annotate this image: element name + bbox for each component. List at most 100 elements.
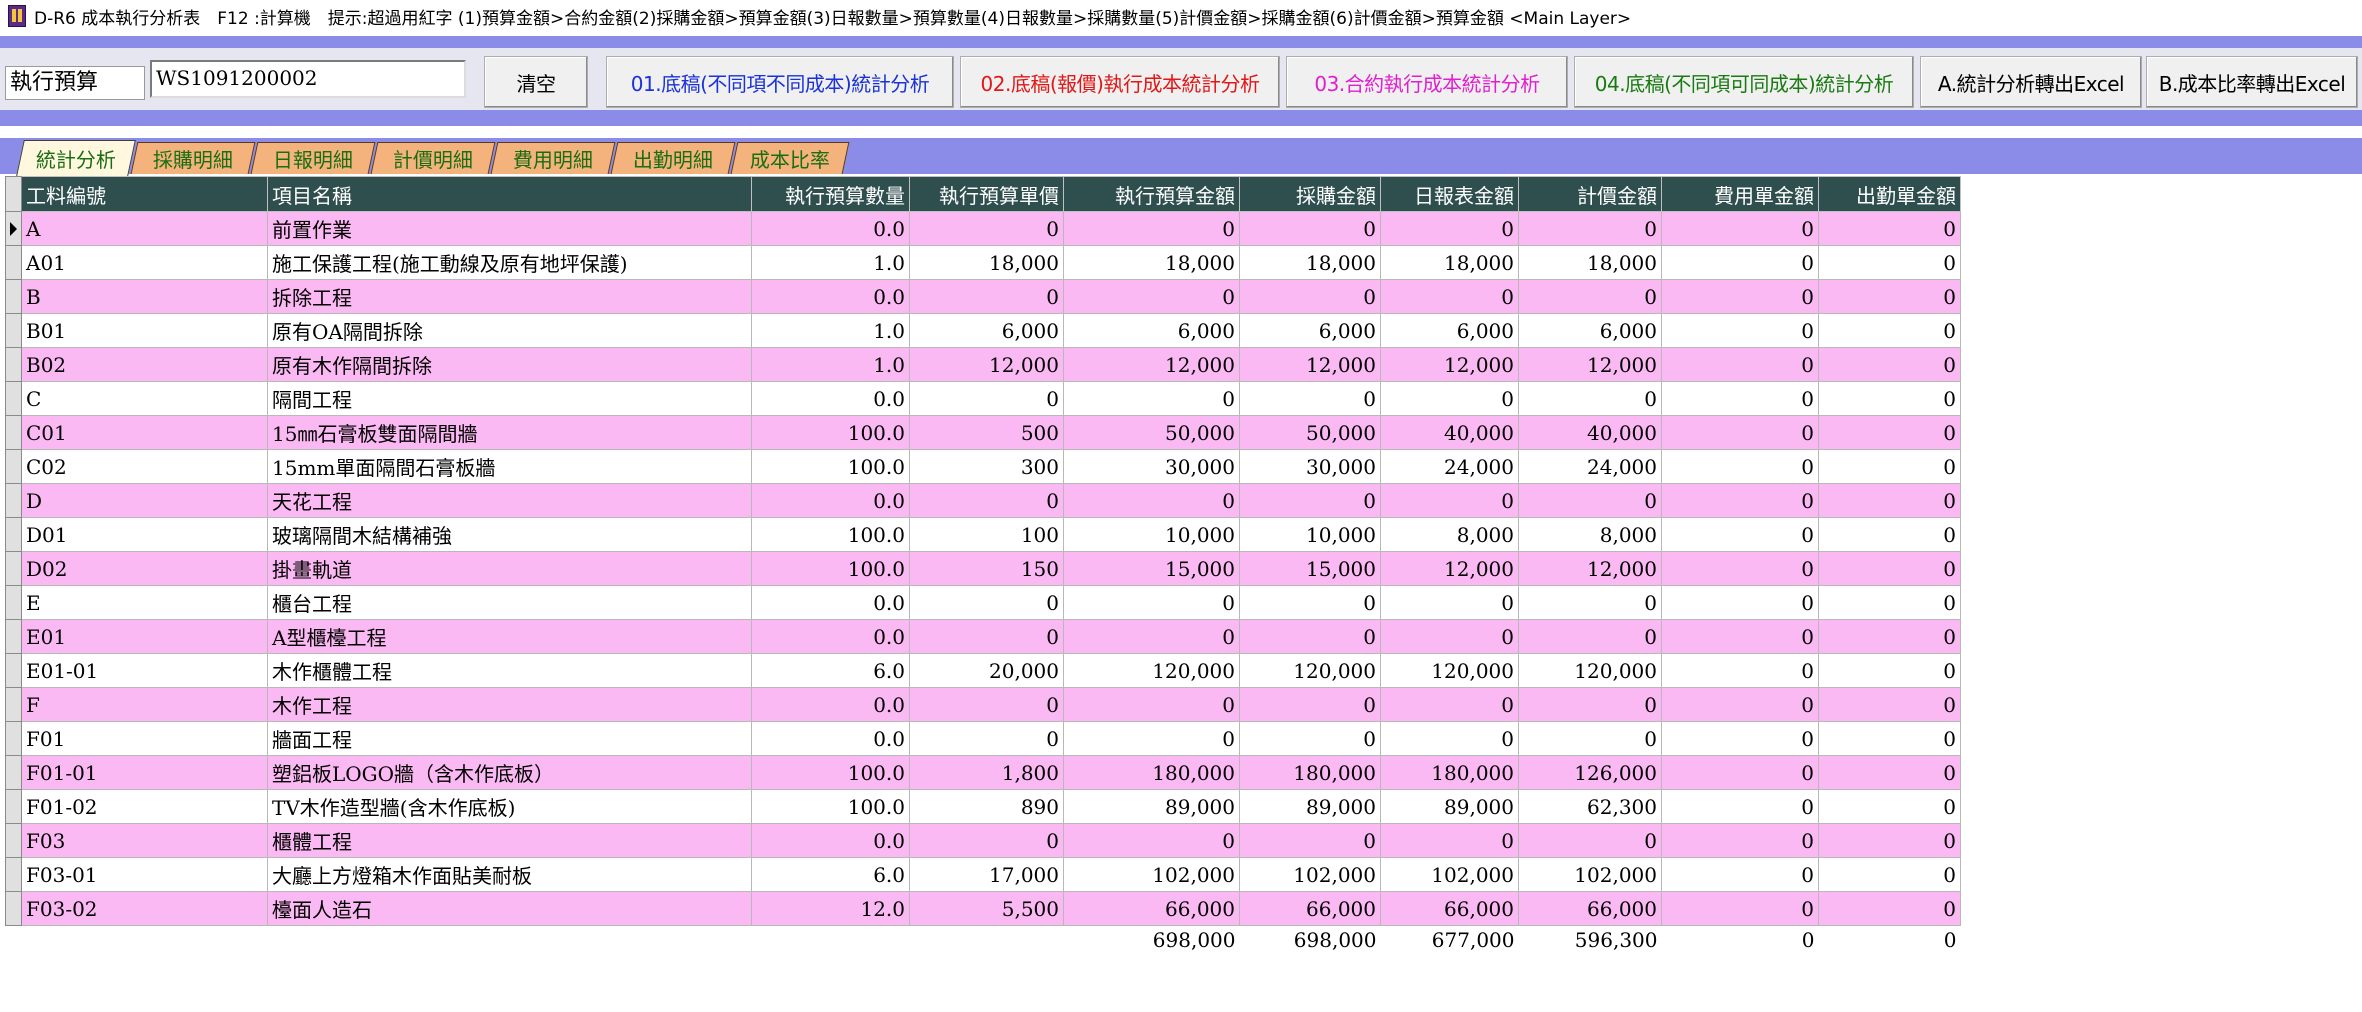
table-cell[interactable]: 0 [1380,687,1519,722]
table-row[interactable]: B02 原有木作隔間拆除 1.0 12,000 12,000 12,000 12,000 12… [5,347,1961,382]
table-row[interactable]: A01 施工保護工程(施工動線及原有地坪保護) 1.0 18,000 18,000 18,… [5,245,1961,280]
row-selector[interactable] [5,755,22,790]
table-cell[interactable]: 塑鋁板LOGO牆（含木作底板） [267,755,752,790]
table-cell[interactable]: 100.0 [751,551,910,586]
table-cell[interactable]: 100 [909,517,1064,552]
table-cell[interactable]: 10,000 [1239,517,1381,552]
table-cell[interactable]: 18,000 [1239,245,1381,280]
table-cell[interactable]: 0 [1661,687,1819,722]
table-cell[interactable]: 0 [1063,381,1240,416]
table-row[interactable]: F01-01 塑鋁板LOGO牆（含木作底板） 100.0 1,800 180,000 18… [5,755,1961,790]
table-cell[interactable]: 1.0 [751,347,910,382]
row-selector[interactable] [5,789,22,824]
table-cell[interactable]: 5,500 [909,891,1064,926]
table-row[interactable]: B01 原有OA隔間拆除 1.0 6,000 6,000 6,000 6,000 6,000 0… [5,313,1961,348]
table-cell[interactable]: A01 [21,245,268,280]
table-cell[interactable]: 0.0 [751,279,910,314]
table-cell[interactable]: 0 [1661,551,1819,586]
table-cell[interactable]: 0 [1239,687,1381,722]
table-cell[interactable]: 150 [909,551,1064,586]
table-cell[interactable]: 木作櫃體工程 [267,653,752,688]
table-cell[interactable]: 0 [1661,891,1819,926]
row-selector[interactable] [5,653,22,688]
table-cell[interactable]: 40,000 [1518,415,1662,450]
table-cell[interactable]: 0 [1518,483,1662,518]
table-cell[interactable]: 0 [1661,415,1819,450]
tab-statistics[interactable]: 統計分析 [16,140,136,176]
table-cell[interactable]: 0.0 [751,721,910,756]
row-selector[interactable] [5,483,22,518]
table-cell[interactable]: 0 [1818,483,1961,518]
table-cell[interactable]: E [21,585,268,620]
table-cell[interactable]: D01 [21,517,268,552]
column-header[interactable]: 項目名稱 [267,176,752,212]
table-cell[interactable]: 120,000 [1380,653,1519,688]
table-cell[interactable]: F01 [21,721,268,756]
table-cell[interactable]: 12,000 [1380,551,1519,586]
table-cell[interactable]: 102,000 [1518,857,1662,892]
table-cell[interactable]: 100.0 [751,789,910,824]
table-cell[interactable]: 18,000 [1518,245,1662,280]
table-cell[interactable]: 玻璃隔間木結構補強 [267,517,752,552]
table-cell[interactable]: 0 [909,381,1064,416]
table-cell[interactable]: 0 [1518,381,1662,416]
table-cell[interactable]: 0 [1239,211,1381,246]
row-selector[interactable] [5,449,22,484]
table-cell[interactable]: 102,000 [1063,857,1240,892]
table-row[interactable]: F03 櫃體工程 0.0 0 0 0 0 0 0 0 [5,823,1961,858]
table-cell[interactable]: 0 [1661,653,1819,688]
table-cell[interactable]: 6.0 [751,653,910,688]
row-selector[interactable] [5,245,22,280]
stat-analysis-01-button[interactable]: 01.底稿(不同項不同成本)統計分析 [606,56,954,108]
table-row[interactable]: C01 15㎜石膏板雙面隔間牆 100.0 500 50,000 50,000 40,000… [5,415,1961,450]
table-cell[interactable]: B [21,279,268,314]
row-selector[interactable] [5,381,22,416]
table-cell[interactable]: 6,000 [1063,313,1240,348]
table-cell[interactable]: 0.0 [751,687,910,722]
row-selector[interactable] [5,313,22,348]
table-cell[interactable]: 0.0 [751,823,910,858]
table-cell[interactable]: 0 [1661,517,1819,552]
column-header[interactable]: 出勤單金額 [1818,176,1961,212]
table-cell[interactable]: 0 [1818,687,1961,722]
table-cell[interactable]: 0 [1818,823,1961,858]
table-cell[interactable]: 10,000 [1063,517,1240,552]
table-cell[interactable]: F03-01 [21,857,268,892]
table-cell[interactable]: 66,000 [1239,891,1381,926]
table-cell[interactable]: 檯面人造石 [267,891,752,926]
table-cell[interactable]: 0 [909,483,1064,518]
table-cell[interactable]: 0.0 [751,211,910,246]
table-cell[interactable]: 1.0 [751,245,910,280]
table-cell[interactable]: F [21,687,268,722]
table-cell[interactable]: 0 [1239,721,1381,756]
table-cell[interactable]: 17,000 [909,857,1064,892]
table-cell[interactable]: 0 [1818,279,1961,314]
table-cell[interactable]: 牆面工程 [267,721,752,756]
tab-purchase-detail[interactable]: 採購明細 [130,142,256,174]
table-cell[interactable]: 0 [1661,245,1819,280]
table-cell[interactable]: 0 [1518,279,1662,314]
tab-cost-ratio[interactable]: 成本比率 [730,142,850,174]
table-cell[interactable]: 0 [1063,619,1240,654]
table-cell[interactable]: B02 [21,347,268,382]
table-cell[interactable]: 木作工程 [267,687,752,722]
table-cell[interactable]: 原有木作隔間拆除 [267,347,752,382]
row-selector-header[interactable] [5,176,22,212]
table-cell[interactable]: 102,000 [1239,857,1381,892]
table-cell[interactable]: 180,000 [1239,755,1381,790]
table-cell[interactable]: 890 [909,789,1064,824]
table-cell[interactable]: 前置作業 [267,211,752,246]
table-cell[interactable]: 100.0 [751,517,910,552]
table-cell[interactable]: 0 [1818,857,1961,892]
table-cell[interactable]: 0 [1818,381,1961,416]
table-cell[interactable]: 施工保護工程(施工動線及原有地坪保護) [267,245,752,280]
table-cell[interactable]: 0 [1239,279,1381,314]
table-cell[interactable]: 0.0 [751,585,910,620]
table-cell[interactable]: 0 [1239,585,1381,620]
table-cell[interactable]: 0 [1239,619,1381,654]
row-selector[interactable] [5,823,22,858]
table-cell[interactable]: 0 [909,619,1064,654]
table-cell[interactable]: 0 [1661,823,1819,858]
table-cell[interactable]: 1.0 [751,313,910,348]
row-selector[interactable] [5,415,22,450]
